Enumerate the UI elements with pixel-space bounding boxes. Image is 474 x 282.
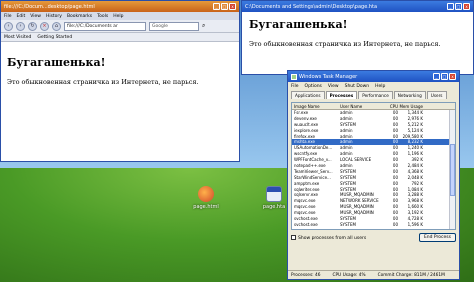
cell-mem-usage: 1,596 K [407,221,423,227]
show-all-processes-checkbox[interactable]: Show processes from all users [291,234,367,241]
hta-window: C:\Documents and Settings\admin\Desktop\… [241,0,474,75]
hta-content: Бугагашенька! Это обыкновенная страничка… [242,12,473,50]
search-input[interactable]: Google [149,21,199,31]
checkbox-label: Show processes from all users [298,235,367,241]
window-title: file:///C:/Docum...desktop/page.html [4,3,95,10]
process-table: Image Name User Name CPU Mem Usage Fsr.e… [291,102,456,230]
minimize-button[interactable]: _ [447,3,454,10]
menu-bookmarks[interactable]: Bookmarks [67,14,92,19]
table-row[interactable]: svchost.exe SYSTEM 00 1,596 K [292,222,455,228]
firefox-menubar: File Edit View History Bookmarks Tools H… [1,12,239,20]
bookmarks-toolbar: Most Visited Getting Started [1,33,239,42]
page-content: Бугагашенька! Это обыкновенная страничка… [1,42,239,92]
column-mem-usage[interactable]: Mem Usage [398,103,425,109]
hta-document-icon [266,186,282,202]
firefox-document-icon [198,186,214,202]
menu-help[interactable]: Help [113,14,123,19]
navigation-toolbar: ‹ › ↻ × ⌂ file:///C:/Documents ar Google… [1,20,239,33]
status-commit: Commit Charge: 811M / 2461M [377,272,445,278]
status-cpu: CPU Usage: 4% [332,272,366,278]
task-manager-titlebar[interactable]: Windows Task Manager _ □ x [288,71,459,82]
page-heading: Бугагашенька! [7,56,106,69]
desktop-icon-page-html[interactable]: page.html [189,186,223,210]
desktop-icon-page-hta[interactable]: page.hta [257,186,291,210]
menu-tools[interactable]: Tools [97,14,108,19]
cell-image-name: svchost.exe [294,221,318,227]
cell-user-name: SYSTEM [340,221,356,227]
task-manager-icon [291,73,297,80]
tab-applications[interactable]: Applications [291,91,325,99]
bookmark-most-visited[interactable]: Most Visited [4,35,31,40]
status-processes: Processes: 46 [291,272,321,278]
cell-cpu: 00 [392,221,398,227]
bookmark-getting-started[interactable]: Getting Started [37,35,72,40]
menu-help[interactable]: Help [375,84,385,89]
firefox-window: file:///C:/Docum...desktop/page.html _ □… [0,0,240,162]
minimize-button[interactable]: _ [433,73,440,80]
tab-processes[interactable]: Processes [325,91,358,99]
maximize-button[interactable]: □ [221,3,228,10]
hta-titlebar[interactable]: C:\Documents and Settings\admin\Desktop\… [242,1,473,12]
minimize-button[interactable]: _ [213,3,220,10]
stop-icon[interactable]: × [40,21,49,31]
tab-users[interactable]: Users [426,91,447,99]
forward-icon[interactable]: › [16,21,25,31]
scrollbar-thumb[interactable] [450,144,455,196]
task-manager-footer: Show processes from all users End Proces… [291,233,456,242]
menu-shut-down[interactable]: Shut Down [345,84,370,89]
table-header: Image Name User Name CPU Mem Usage [292,103,455,110]
menu-file[interactable]: File [4,14,12,19]
tab-performance[interactable]: Performance [358,91,393,99]
column-user-name[interactable]: User Name [340,103,386,109]
maximize-button[interactable]: □ [455,3,462,10]
home-icon[interactable]: ⌂ [52,21,61,31]
close-button[interactable]: x [229,3,236,10]
menu-options[interactable]: Options [305,84,322,89]
desktop-icon-label: page.html [193,204,219,210]
status-bar: Processes: 46 CPU Usage: 4% Commit Charg… [288,270,459,279]
close-button[interactable]: x [449,73,456,80]
end-process-button[interactable]: End Process [418,233,456,242]
window-title: Windows Task Manager [299,73,358,80]
search-icon[interactable]: ⌕ [202,22,205,30]
task-manager-menubar: File Options View Shut Down Help [288,82,459,90]
page-text: Это обыкновенная страничка из Интернета,… [7,78,199,86]
close-button[interactable]: x [463,3,470,10]
maximize-button[interactable]: □ [441,73,448,80]
task-manager-window: Windows Task Manager _ □ x File Options … [287,70,460,280]
reload-icon[interactable]: ↻ [28,21,37,31]
column-image-name[interactable]: Image Name [292,103,340,109]
page-heading: Бугагашенька! [249,18,348,31]
process-rows: Fsr.exe admin 00 1,344 Kdevenv.exe admin 00 2,… [292,110,455,228]
menu-view[interactable]: View [328,84,339,89]
menu-file[interactable]: File [291,84,299,89]
column-cpu[interactable]: CPU [386,103,398,109]
menu-view[interactable]: View [30,14,41,19]
menu-edit[interactable]: Edit [17,14,26,19]
processes-panel: Image Name User Name CPU Mem Usage Fsr.e… [288,99,459,245]
scrollbar[interactable] [449,110,455,229]
back-icon[interactable]: ‹ [4,21,13,31]
menu-history[interactable]: History [46,14,62,19]
url-bar[interactable]: file:///C:/Documents ar [64,21,146,31]
checkbox-box[interactable] [291,234,296,240]
desktop-icon-label: page.hta [262,204,286,210]
window-title: C:\Documents and Settings\admin\Desktop\… [245,3,378,10]
firefox-titlebar[interactable]: file:///C:/Docum...desktop/page.html _ □… [1,1,239,12]
page-text: Это обыкновенная страничка из Интернета,… [249,40,441,48]
task-manager-tabs: Applications Processes Performance Netwo… [288,90,459,99]
tab-networking[interactable]: Networking [393,91,426,99]
